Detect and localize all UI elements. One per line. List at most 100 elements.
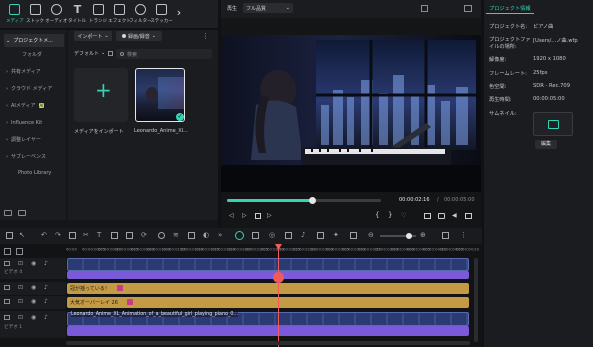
fit-icon[interactable] — [350, 232, 357, 239]
zoom-slider-handle[interactable] — [406, 233, 412, 239]
sort-dropdown[interactable]: デフォルト ⌄ — [74, 50, 105, 57]
lock-icon[interactable]: ⊡ — [18, 260, 23, 267]
toolbar-effect[interactable]: エフェクト — [108, 0, 131, 26]
lock-icon[interactable]: ⊡ — [18, 284, 23, 291]
toolbar-transition[interactable]: トランジ — [88, 0, 109, 26]
zoom-in-icon[interactable]: ⊕ — [420, 231, 426, 239]
sidebar-item-subsequence[interactable]: › サブレーベンス — [4, 150, 64, 163]
mute-icon[interactable]: ♪ — [44, 314, 48, 321]
sidebar-item-adjustment[interactable]: › 調整レイヤー — [4, 133, 64, 146]
more-timeline-icon[interactable]: ⋮ — [460, 231, 467, 239]
progress-track[interactable] — [227, 197, 381, 204]
next-frame-icon[interactable]: ▷ — [267, 212, 272, 219]
delete-icon[interactable] — [69, 232, 76, 239]
favorite-icon[interactable]: ♡ — [401, 212, 406, 219]
more-tools-icon[interactable]: » — [218, 231, 222, 239]
mute-icon[interactable]: ♪ — [44, 284, 48, 291]
render-icon[interactable] — [317, 232, 324, 239]
quality-dropdown[interactable]: フル品質 ⌄ — [243, 3, 293, 13]
select-icon[interactable]: ↖ — [19, 231, 25, 239]
toolbar-stock[interactable]: ストック — [25, 0, 46, 26]
layout-grid-icon[interactable] — [442, 232, 449, 239]
camera-icon[interactable] — [438, 213, 445, 219]
lock-icon[interactable]: ⊡ — [18, 298, 23, 305]
add-track-icon[interactable] — [4, 248, 11, 255]
volume-icon[interactable]: ◀ — [452, 212, 457, 219]
display-icon[interactable] — [424, 213, 431, 219]
voice-icon[interactable]: ✦ — [333, 231, 339, 239]
ai-tools-icon[interactable] — [235, 231, 244, 240]
keyframe-icon[interactable] — [188, 232, 195, 239]
more-options-icon[interactable]: ⋮ — [202, 32, 212, 40]
color-icon[interactable] — [158, 232, 165, 239]
record-button[interactable]: 録画/録音 ⌄ — [116, 31, 162, 41]
zoom-slider[interactable] — [380, 233, 416, 239]
visibility-icon[interactable]: ◉ — [31, 298, 36, 305]
mic-icon[interactable]: ♪ — [301, 231, 305, 239]
toolbar-media[interactable]: メディア — [4, 0, 25, 26]
tab-project-info[interactable]: プロジェクト情報 — [486, 3, 534, 14]
text-clip-1[interactable]: 冠が揺っている！ — [67, 283, 469, 294]
toolbar-sticker[interactable]: ステッカー — [150, 0, 173, 26]
video-clip-track1[interactable]: Leonardo_Anime_XL_Animation_of_a_beautif… — [67, 312, 469, 326]
toolbar-audio[interactable]: オーディオ — [45, 0, 68, 26]
redo-icon[interactable]: ↷ — [55, 231, 61, 239]
link-icon[interactable] — [285, 232, 292, 239]
new-folder-icon[interactable] — [4, 210, 12, 216]
visibility-icon[interactable]: ◉ — [31, 260, 36, 267]
grid-icon[interactable] — [6, 232, 13, 239]
stop-icon[interactable] — [255, 213, 261, 219]
progress-handle[interactable] — [308, 197, 316, 204]
filter-icon[interactable] — [108, 51, 113, 56]
audio-waveform-track1[interactable] — [67, 326, 469, 336]
mute-icon[interactable]: ♪ — [44, 260, 48, 267]
video-clip-track4[interactable] — [67, 258, 469, 271]
crop-icon[interactable] — [111, 232, 118, 239]
zoom-out-icon[interactable]: ⊖ — [368, 231, 374, 239]
import-media-tile[interactable]: + — [74, 68, 128, 122]
split-marker-icon[interactable] — [273, 272, 284, 283]
timeline-vertical-scrollbar[interactable] — [474, 258, 478, 342]
mark-in-icon[interactable]: { — [375, 211, 379, 219]
snap-icon[interactable] — [252, 232, 259, 239]
play-icon[interactable]: ▷ — [242, 212, 247, 219]
visibility-icon[interactable]: ◉ — [31, 284, 36, 291]
link-tracks-icon[interactable] — [16, 248, 23, 255]
folder-icon[interactable] — [18, 210, 26, 216]
playhead[interactable] — [278, 244, 279, 347]
layout-icon[interactable] — [421, 5, 428, 12]
fullscreen-icon[interactable] — [465, 213, 472, 219]
undo-icon[interactable]: ↶ — [41, 231, 47, 239]
toolbar-more-button[interactable]: › — [172, 0, 186, 26]
audio-waveform-track4[interactable] — [67, 271, 469, 279]
toolbar-title[interactable]: T タイトル — [67, 0, 88, 26]
thumbnail-box[interactable] — [533, 112, 573, 136]
import-button[interactable]: インポート ⌄ — [74, 31, 112, 41]
lock-icon[interactable]: ⊡ — [18, 314, 23, 321]
sidebar-item-folder[interactable]: フォルダ — [4, 48, 64, 61]
marker-icon[interactable]: ◎ — [269, 231, 275, 239]
sidebar-item-cloud[interactable]: › クラウド メディア — [4, 82, 64, 95]
transform-icon[interactable] — [126, 232, 133, 239]
media-clip-thumbnail[interactable]: ✓ — [135, 68, 185, 122]
audio-edit-icon[interactable]: ≋ — [173, 231, 179, 239]
search-input[interactable]: 検索 — [116, 49, 212, 59]
toolbar-filter[interactable]: フィルター — [129, 0, 152, 26]
mute-icon[interactable]: ♪ — [44, 298, 48, 305]
previous-frame-icon[interactable]: ◁ — [229, 212, 234, 219]
split-icon[interactable]: ✂ — [83, 231, 89, 239]
sidebar-item-ai-media[interactable]: › AIメディア AI — [4, 99, 64, 112]
sidebar-item-project-media[interactable]: ⌄ プロジェクトメ... — [4, 34, 64, 47]
speed-icon[interactable]: ⟳ — [141, 231, 147, 239]
sidebar-item-influence-kit[interactable]: › Influence Kit — [4, 116, 64, 129]
edit-button[interactable]: 編集 — [535, 140, 557, 149]
timeline-horizontal-scrollbar[interactable] — [66, 341, 470, 345]
visibility-icon[interactable]: ◉ — [31, 314, 36, 321]
sidebar-item-photo-library[interactable]: Photo Library — [4, 166, 64, 179]
text-clip-2[interactable]: 大気オーバーレイ 26 — [67, 297, 469, 308]
mask-icon[interactable]: ◐ — [203, 231, 209, 239]
mark-out-icon[interactable]: } — [388, 211, 392, 219]
text-icon[interactable]: T — [97, 231, 101, 239]
snapshot-icon[interactable] — [464, 5, 472, 12]
sidebar-item-shared[interactable]: › 共有メディア — [4, 65, 64, 78]
